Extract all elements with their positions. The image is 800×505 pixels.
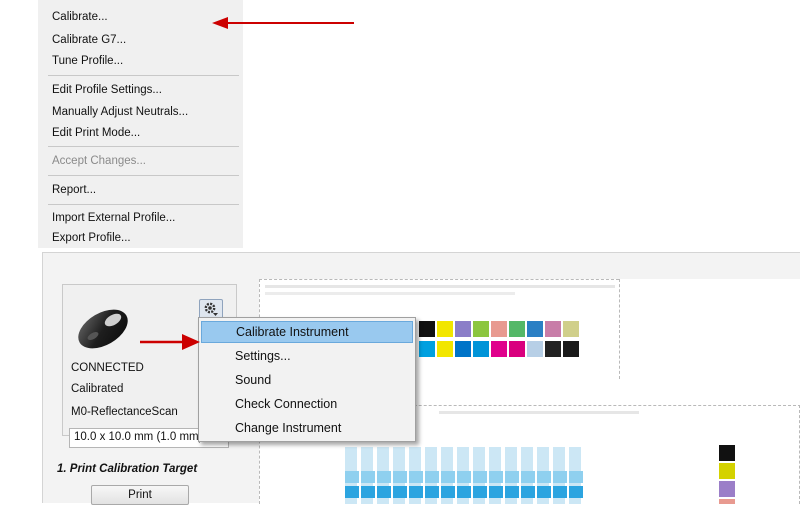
menu-separator (48, 204, 239, 205)
color-patch-row (419, 321, 581, 337)
cyan-ramp-row (345, 471, 585, 483)
menu-item-calibrate-g7[interactable]: Calibrate G7... (52, 34, 126, 46)
spectrophotometer-icon (78, 309, 128, 349)
menu-item-export-profile[interactable]: Export Profile... (52, 232, 131, 244)
menu-item-edit-print-mode[interactable]: Edit Print Mode... (52, 127, 140, 139)
menu-item-calibrate[interactable]: Calibrate... (52, 11, 108, 23)
menu-item-sound[interactable]: Sound (201, 369, 413, 391)
menu-item-tune-profile[interactable]: Tune Profile... (52, 55, 123, 67)
profile-context-menu: Calibrate... Calibrate G7... Tune Profil… (38, 0, 243, 248)
cyan-ramp-row (345, 486, 585, 498)
annotation-arrow-icon (140, 334, 200, 350)
calibration-panel: CONNECTED Calibrated M0-ReflectanceScan … (42, 252, 800, 505)
sheet-border (619, 279, 620, 379)
target-header-text (439, 411, 639, 414)
menu-item-manually-adjust-neutrals[interactable]: Manually Adjust Neutrals... (52, 106, 188, 118)
target-header-text (265, 292, 515, 295)
instrument-context-menu: Calibrate Instrument Settings... Sound C… (198, 317, 416, 442)
instrument-mode: M0-ReflectanceScan (71, 406, 178, 418)
menu-separator (48, 146, 239, 147)
patch-salmon (719, 499, 735, 504)
menu-item-edit-profile-settings[interactable]: Edit Profile Settings... (52, 84, 162, 96)
step-title: 1. Print Calibration Target (57, 463, 198, 475)
instrument-status: CONNECTED (71, 362, 144, 374)
menu-separator (48, 75, 239, 76)
target-header-text (265, 285, 615, 288)
patch-violet (719, 481, 735, 497)
menu-item-change-instrument[interactable]: Change Instrument (201, 417, 413, 439)
instrument-calibration-status: Calibrated (71, 383, 124, 395)
menu-item-settings[interactable]: Settings... (201, 345, 413, 367)
sheet-border (259, 279, 619, 280)
menu-item-report[interactable]: Report... (52, 184, 96, 196)
print-button[interactable]: Print (91, 485, 189, 505)
instrument-settings-button[interactable] (199, 299, 223, 319)
menu-item-accept-changes: Accept Changes... (52, 155, 146, 167)
patch-black (719, 445, 735, 461)
annotation-arrow-icon (212, 17, 354, 29)
menu-item-check-connection[interactable]: Check Connection (201, 393, 413, 415)
menu-item-calibrate-instrument[interactable]: Calibrate Instrument (201, 321, 413, 343)
color-patch-row (419, 341, 581, 357)
menu-item-import-external-profile[interactable]: Import External Profile... (52, 212, 175, 224)
patch-yellow (719, 463, 735, 479)
gear-icon (204, 302, 218, 316)
menu-separator (48, 175, 239, 176)
